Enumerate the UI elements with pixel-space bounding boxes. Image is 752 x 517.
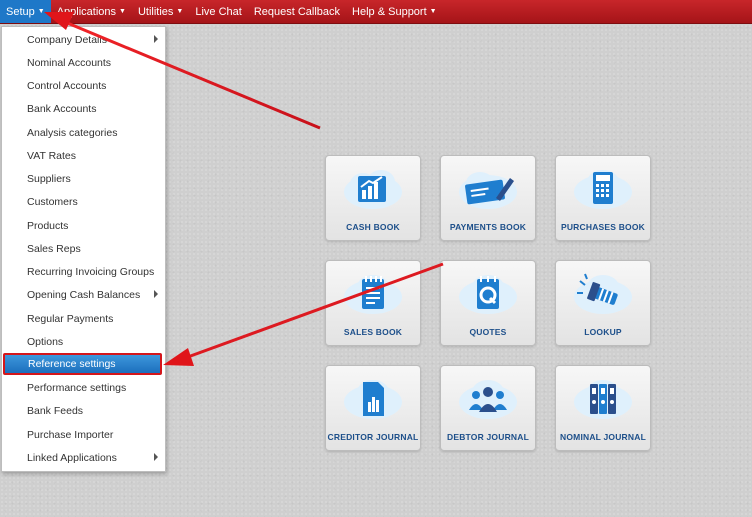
menu-item-label: Linked Applications [27, 452, 117, 464]
menu-item-sales-reps[interactable]: Sales Reps [2, 239, 165, 259]
menu-item-label: Bank Feeds [27, 405, 84, 417]
tile-payments-book[interactable]: PAYMENTS BOOK [440, 155, 536, 241]
menu-item-products[interactable]: Products [2, 216, 165, 236]
tile-purchases-book[interactable]: PURCHASES BOOK [555, 155, 651, 241]
menu-item-linked-applications[interactable]: Linked Applications [2, 448, 165, 468]
notepad-icon [344, 275, 402, 314]
nav-applications-label: Applications [56, 5, 117, 18]
menu-item-suppliers[interactable]: Suppliers [2, 169, 165, 189]
nav-setup-label: Setup [6, 5, 35, 18]
tile-nominal-journal[interactable]: NOMINAL JOURNAL [555, 365, 651, 451]
menu-item-label: Control Accounts [27, 80, 107, 92]
menu-item-reference-settings[interactable]: Reference settings [3, 353, 162, 375]
document-chart-icon [344, 380, 402, 419]
tile-label: PURCHASES BOOK [560, 222, 646, 232]
menu-item-vat-rates[interactable]: VAT Rates [2, 146, 165, 166]
menu-item-label: Opening Cash Balances [27, 289, 141, 301]
menu-item-label: Products [27, 220, 69, 232]
menu-item-label: VAT Rates [27, 150, 77, 162]
menu-item-company-details[interactable]: Company Details [2, 30, 165, 50]
tile-label: CREDITOR JOURNAL [327, 432, 419, 442]
chevron-right-icon [154, 290, 158, 298]
menu-item-label: Performance settings [27, 382, 127, 394]
menu-item-performance-settings[interactable]: Performance settings [2, 378, 165, 398]
nav-help-support-label: Help & Support [352, 5, 427, 18]
flashlight-icon [574, 273, 632, 314]
menu-item-customers[interactable]: Customers [2, 192, 165, 212]
caret-down-icon: ▼ [37, 8, 45, 15]
tile-label: CASH BOOK [346, 222, 400, 232]
tile-lookup[interactable]: LOOKUP [555, 260, 651, 346]
cheque-pen-icon [459, 172, 517, 209]
nav-utilities-label: Utilities [137, 5, 174, 18]
nav-applications[interactable]: Applications ▼ [51, 0, 132, 23]
menu-item-label: Suppliers [27, 173, 71, 185]
tile-label: SALES BOOK [343, 327, 403, 337]
nav-request-callback[interactable]: Request Callback [248, 0, 346, 23]
quote-document-icon [459, 275, 517, 314]
menu-item-label: Recurring Invoicing Groups [27, 266, 155, 278]
menu-item-label: Nominal Accounts [27, 57, 112, 69]
bar-chart-icon [344, 170, 402, 209]
menu-item-label: Sales Reps [27, 243, 81, 255]
nav-setup[interactable]: Setup ▼ [0, 0, 51, 23]
menu-item-label: Reference settings [28, 358, 116, 370]
menu-item-options[interactable]: Options [2, 332, 165, 352]
menu-item-label: Analysis categories [27, 127, 118, 139]
caret-down-icon: ▼ [429, 8, 437, 15]
menu-item-label: Regular Payments [27, 313, 114, 325]
menu-item-bank-feeds[interactable]: Bank Feeds [2, 401, 165, 421]
menu-item-label: Customers [27, 196, 78, 208]
menu-item-purchase-importer[interactable]: Purchase Importer [2, 425, 165, 445]
menu-item-label: Bank Accounts [27, 103, 97, 115]
nav-request-callback-label: Request Callback [253, 5, 341, 18]
tile-debtor-journal[interactable]: DEBTOR JOURNAL [440, 365, 536, 451]
binders-icon [574, 380, 632, 419]
menu-item-label: Purchase Importer [27, 429, 114, 441]
top-navbar: Setup ▼ Applications ▼ Utilities ▼ Live Cha… [0, 0, 752, 24]
menu-item-regular-payments[interactable]: Regular Payments [2, 309, 165, 329]
chevron-right-icon [154, 35, 158, 43]
tile-label: LOOKUP [584, 327, 622, 337]
menu-item-recurring-invoicing-groups[interactable]: Recurring Invoicing Groups [2, 262, 165, 282]
tile-label: DEBTOR JOURNAL [447, 432, 529, 442]
menu-item-label: Company Details [27, 34, 107, 46]
nav-live-chat[interactable]: Live Chat [189, 0, 247, 23]
tile-quotes[interactable]: QUOTES [440, 260, 536, 346]
calculator-icon [574, 170, 632, 209]
caret-down-icon: ▼ [176, 8, 184, 15]
menu-item-opening-cash-balances[interactable]: Opening Cash Balances [2, 285, 165, 305]
menu-item-analysis-categories[interactable]: Analysis categories [2, 123, 165, 143]
setup-dropdown-menu: Company Details Nominal Accounts Control… [1, 26, 166, 472]
nav-utilities[interactable]: Utilities ▼ [132, 0, 189, 23]
menu-item-bank-accounts[interactable]: Bank Accounts [2, 99, 165, 119]
caret-down-icon: ▼ [119, 8, 126, 15]
nav-help-support[interactable]: Help & Support ▼ [346, 0, 443, 23]
people-icon [459, 380, 517, 419]
tile-label: NOMINAL JOURNAL [560, 432, 646, 442]
tile-sales-book[interactable]: SALES BOOK [325, 260, 421, 346]
tile-cash-book[interactable]: CASH BOOK [325, 155, 421, 241]
menu-item-control-accounts[interactable]: Control Accounts [2, 76, 165, 96]
nav-live-chat-label: Live Chat [195, 5, 242, 18]
menu-item-nominal-accounts[interactable]: Nominal Accounts [2, 53, 165, 73]
tile-label: QUOTES [469, 327, 507, 337]
tile-creditor-journal[interactable]: CREDITOR JOURNAL [325, 365, 421, 451]
tile-label: PAYMENTS BOOK [449, 222, 527, 232]
chevron-right-icon [154, 453, 158, 461]
menu-item-label: Options [27, 336, 64, 348]
